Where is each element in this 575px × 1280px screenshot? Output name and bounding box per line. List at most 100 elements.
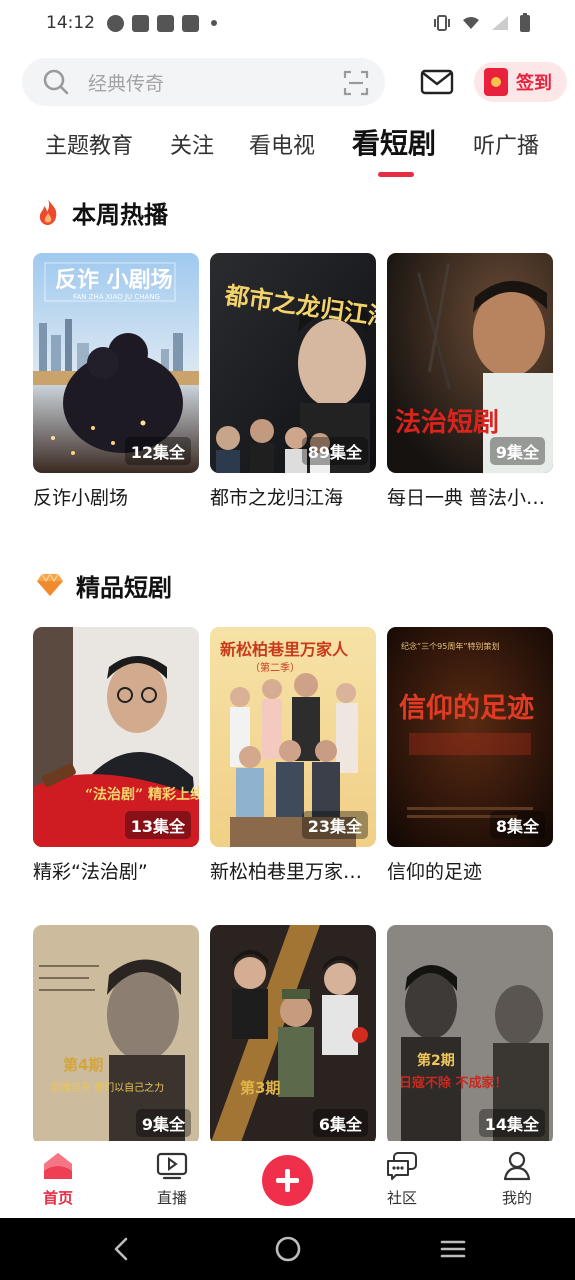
drama-title: 精彩“法治剧”: [33, 861, 148, 883]
search-box[interactable]: 经典传奇: [22, 58, 385, 106]
poster-subtext: （第二季）: [250, 661, 300, 674]
nav-profile[interactable]: 我的: [477, 1141, 557, 1208]
search-row: 经典传奇 签到: [0, 58, 575, 106]
cell-signal-icon: [492, 16, 508, 30]
short-drama-page: 14:12 经典传奇 签到 主题教育 关注 看电视 看短剧 听广播 本周热播 反…: [0, 0, 575, 1280]
section-title: 本周热播: [72, 200, 168, 229]
signin-label: 签到: [516, 73, 552, 94]
mail-icon[interactable]: [420, 68, 454, 96]
app-notification-icon: [107, 14, 124, 32]
drama-card[interactable]: 第4期 国难当头 他们以自己之力 9集全: [33, 925, 199, 1145]
battery-icon: [520, 13, 530, 32]
drama-card[interactable]: “法治剧” 精彩上线 13集全 精彩“法治剧”: [33, 627, 199, 884]
poster-text: 第2期: [417, 1052, 455, 1069]
section-header-weekly-hot: 本周热播: [36, 195, 168, 229]
poster-text: 反诈 小剧场: [55, 268, 173, 293]
drama-card[interactable]: 新松柏巷里万家人 （第二季） 23集全 新松柏巷里万家人（第二季）: [210, 627, 376, 884]
plus-icon[interactable]: [262, 1155, 313, 1206]
poster-subtext: 国难当头 他们以自己之力: [51, 1081, 164, 1094]
nav-label: 我的: [501, 1189, 532, 1207]
message-notification-icon: [132, 14, 149, 32]
episode-count-badge: 12集全: [124, 437, 191, 465]
vibrate-icon: [434, 15, 450, 31]
message-notification-icon: [182, 14, 199, 32]
poster-subtext: 日寇不除 不成家！: [399, 1075, 508, 1091]
poster-text: “法治剧” 精彩上线: [85, 786, 199, 803]
nav-label: 首页: [42, 1189, 73, 1207]
system-navigation-bar: [0, 1218, 575, 1280]
tab-following[interactable]: 关注: [170, 128, 214, 160]
search-icon: [43, 69, 69, 95]
drama-card[interactable]: 法治短剧 9集全 每日一典 普法小剧场: [387, 253, 553, 510]
episode-count-badge: 89集全: [301, 437, 368, 465]
status-right: [433, 13, 531, 33]
flame-icon: [39, 199, 57, 225]
home-icon: [44, 1153, 72, 1179]
drama-poster: 新松柏巷里万家人 （第二季） 23集全: [210, 627, 376, 847]
nav-home[interactable]: 首页: [18, 1141, 98, 1208]
drama-poster: 纪念“三个95周年”特别策划 信仰的足迹 8集全: [387, 627, 553, 847]
live-tv-icon: [156, 1152, 188, 1180]
drama-poster: 法治短剧 9集全: [387, 253, 553, 473]
episode-count-badge: 9集全: [135, 1109, 191, 1137]
search-placeholder: 经典传奇: [88, 72, 165, 95]
back-icon[interactable]: [108, 1235, 136, 1263]
drama-card[interactable]: 反诈 小剧场 FAN ZHA XIAO JU CHANG 12集全 反诈小剧场: [33, 253, 199, 510]
drama-title: 新松柏巷里万家人（第二季）: [210, 861, 376, 883]
nav-label: 社区: [386, 1189, 417, 1207]
poster-subtext: 纪念“三个95周年”特别策划: [401, 641, 499, 651]
poster-subtext: FAN ZHA XIAO JU CHANG: [73, 293, 160, 301]
bottom-navigation: 首页 直播 社区 我的: [0, 1141, 575, 1218]
episode-count-badge: 8集全: [489, 811, 545, 839]
nav-label: 直播: [156, 1189, 187, 1207]
status-time: 14:12: [46, 13, 95, 33]
nav-live[interactable]: 直播: [132, 1141, 212, 1208]
tab-tv[interactable]: 看电视: [249, 128, 315, 160]
drama-poster: “法治剧” 精彩上线 13集全: [33, 627, 199, 847]
drama-card[interactable]: 纪念“三个95周年”特别策划 信仰的足迹 8集全 信仰的足迹: [387, 627, 553, 884]
poster-text: 信仰的足迹: [399, 692, 534, 724]
message-notification-icon: [157, 14, 174, 32]
drama-poster: 第3期 6集全: [210, 925, 376, 1145]
status-bar: 14:12: [0, 0, 575, 46]
episode-count-badge: 6集全: [312, 1109, 368, 1137]
poster-text: 新松柏巷里万家人: [220, 640, 349, 659]
tab-theme-education[interactable]: 主题教育: [45, 128, 133, 160]
drama-poster: 都市之龙归江海 89集全: [210, 253, 376, 473]
drama-poster: 第2期 日寇不除 不成家！ 14集全: [387, 925, 553, 1145]
home-button-icon[interactable]: [274, 1235, 302, 1263]
drama-title: 都市之龙归江海: [210, 487, 344, 509]
gem-icon: [37, 573, 63, 596]
category-tabs: 主题教育 关注 看电视 看短剧 听广播: [0, 118, 575, 180]
scan-icon[interactable]: [343, 70, 369, 96]
episode-count-badge: 13集全: [124, 811, 191, 839]
episode-count-badge: 14集全: [478, 1109, 545, 1137]
episode-count-badge: 23集全: [301, 811, 368, 839]
poster-text: 法治短剧: [395, 408, 499, 438]
chat-bubble-icon: [387, 1152, 417, 1180]
drama-card[interactable]: 第2期 日寇不除 不成家！ 14集全: [387, 925, 553, 1145]
signin-button[interactable]: 签到: [474, 62, 567, 102]
drama-title: 反诈小剧场: [33, 487, 129, 509]
drama-poster: 第4期 国难当头 他们以自己之力 9集全: [33, 925, 199, 1145]
section-title: 精品短剧: [76, 573, 172, 602]
drama-card[interactable]: 都市之龙归江海 89集全 都市之龙归江海: [210, 253, 376, 510]
episode-count-badge: 9集全: [489, 437, 545, 465]
status-left: 14:12: [46, 13, 217, 33]
drama-card[interactable]: 第3期 6集全: [210, 925, 376, 1145]
more-notifications-icon: [211, 20, 217, 26]
wifi-icon: [463, 17, 479, 29]
nav-community[interactable]: 社区: [362, 1141, 442, 1208]
tab-short-drama[interactable]: 看短剧: [352, 122, 436, 162]
profile-icon: [503, 1151, 531, 1181]
poster-text: 第3期: [240, 1079, 280, 1097]
drama-title: 每日一典 普法小剧场: [387, 487, 553, 509]
menu-icon[interactable]: [439, 1235, 467, 1263]
red-packet-icon: [484, 68, 508, 96]
tab-radio[interactable]: 听广播: [473, 128, 539, 160]
drama-poster: 反诈 小剧场 FAN ZHA XIAO JU CHANG 12集全: [33, 253, 199, 473]
drama-title: 信仰的足迹: [387, 861, 483, 883]
poster-text: 第4期: [63, 1056, 103, 1074]
active-tab-indicator: [378, 172, 414, 177]
section-header-premium: 精品短剧: [36, 568, 172, 602]
